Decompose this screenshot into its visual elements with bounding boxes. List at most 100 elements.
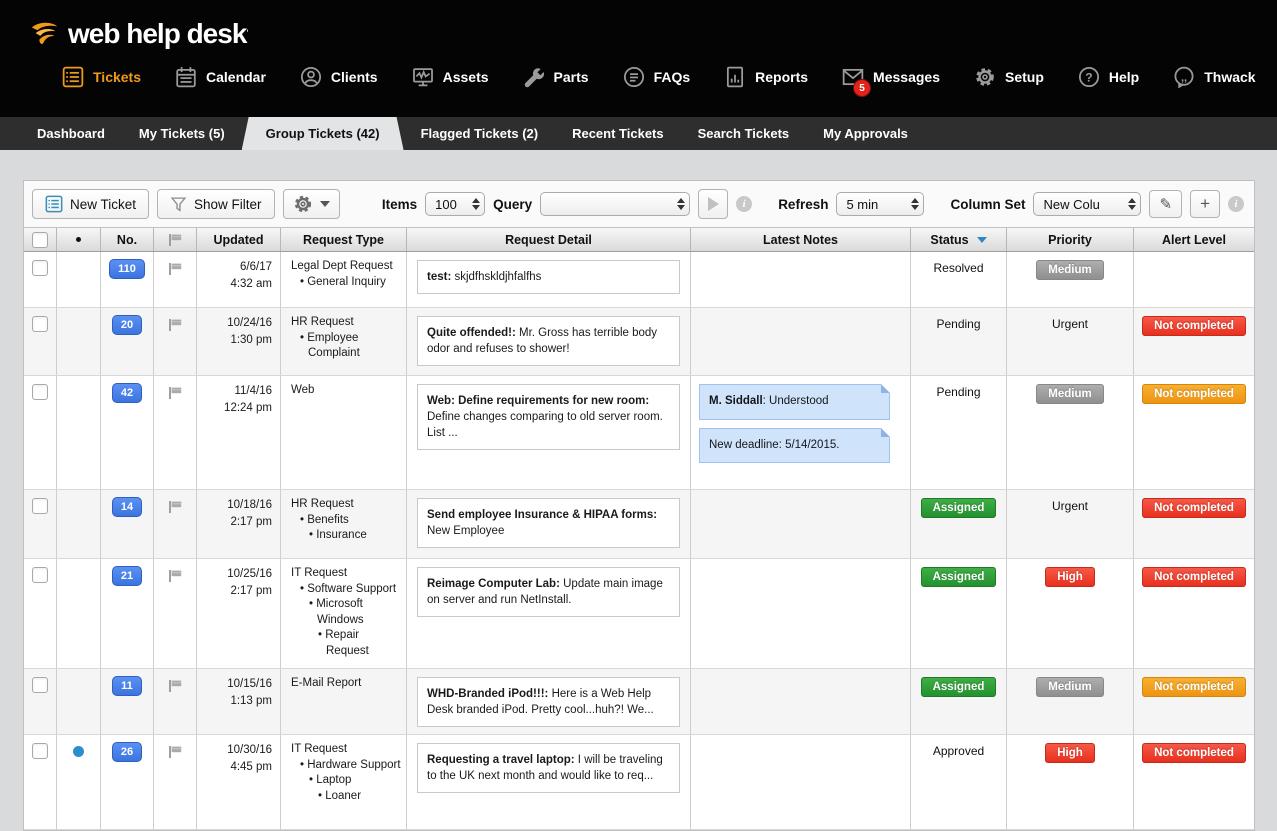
gear-icon (293, 194, 313, 214)
updated-cell: 10/24/161:30 pm (197, 308, 281, 375)
nav-item-setup[interactable]: Setup (974, 66, 1044, 88)
ticket-row: 11 10/15/161:13 pmE-Mail Report WHD-Bran… (24, 669, 1254, 735)
ticket-number-badge[interactable]: 11 (112, 676, 142, 696)
status-text: Resolved (911, 261, 1006, 275)
tab-recent-tickets[interactable]: Recent Tickets (555, 117, 681, 150)
checkbox-cell (24, 669, 57, 734)
flag-toggle[interactable] (168, 500, 183, 514)
column-header-updated[interactable]: Updated (197, 228, 281, 251)
ticket-number-cell: 14 (101, 490, 154, 558)
row-checkbox[interactable] (32, 743, 48, 759)
column-header-alert[interactable]: Alert Level (1134, 228, 1254, 251)
request-detail-cell: WHD-Branded iPod!!!: Here is a Web Help … (407, 669, 691, 734)
add-column-set-button[interactable]: + (1190, 190, 1220, 218)
column-header-type[interactable]: Request Type (281, 228, 407, 251)
request-detail[interactable]: Reimage Computer Lab: Update main image … (417, 567, 680, 617)
nav-item-assets[interactable]: Assets (412, 66, 489, 88)
ticket-number-badge[interactable]: 26 (112, 742, 142, 762)
flag-toggle[interactable] (168, 386, 183, 400)
request-detail[interactable]: Web: Define requirements for new room: D… (417, 384, 680, 450)
flag-toggle[interactable] (168, 569, 183, 583)
flag-toggle[interactable] (168, 318, 183, 332)
query-select[interactable] (540, 192, 690, 216)
flag-cell (154, 252, 197, 307)
request-detail[interactable]: Requesting a travel laptop: I will be tr… (417, 743, 680, 793)
column-header-check[interactable] (24, 228, 57, 251)
refresh-interval-select[interactable]: 5 min (836, 192, 924, 216)
run-query-button[interactable] (698, 189, 728, 219)
column-header-notes[interactable]: Latest Notes (691, 228, 911, 251)
nav-item-help[interactable]: ?Help (1078, 66, 1139, 88)
tab-dashboard[interactable]: Dashboard (20, 117, 122, 150)
solarwinds-logo-icon (30, 19, 60, 49)
nav-item-tickets[interactable]: Tickets (62, 66, 141, 88)
flag-toggle[interactable] (168, 262, 183, 276)
nav-item-calendar[interactable]: Calendar (175, 66, 266, 88)
ticket-row: 20 10/24/161:30 pmHR Request• Employee C… (24, 308, 1254, 376)
updated-cell: 10/25/162:17 pm (197, 559, 281, 668)
nav-item-messages[interactable]: 5Messages (842, 66, 940, 88)
column-set-select[interactable]: New Colu (1033, 192, 1141, 216)
column-header-dot[interactable] (57, 228, 101, 251)
clients-icon (300, 66, 322, 88)
ticket-number-badge[interactable]: 14 (112, 497, 142, 517)
row-checkbox[interactable] (32, 316, 48, 332)
column-set-value: New Colu (1043, 197, 1099, 212)
unread-column-icon (76, 237, 81, 242)
latest-note: M. Siddall: Understood (699, 384, 890, 420)
row-checkbox[interactable] (32, 567, 48, 583)
nav-item-faqs[interactable]: FAQs (623, 66, 691, 88)
nav-item-clients[interactable]: Clients (300, 66, 378, 88)
status-cell: Resolved (911, 252, 1007, 307)
request-detail[interactable]: test: skjdfhskldjhfalfhs (417, 260, 680, 294)
select-all-checkbox[interactable] (32, 232, 48, 248)
request-detail[interactable]: Quite offended!: Mr. Gross has terrible … (417, 316, 680, 366)
table-body: 110 6/6/174:32 amLegal Dept Request• Gen… (24, 252, 1254, 830)
row-checkbox[interactable] (32, 260, 48, 276)
column-header-flag[interactable] (154, 228, 197, 251)
updated-cell: 11/4/1612:24 pm (197, 376, 281, 489)
request-type-cell: HR Request• Benefits• Insurance (281, 490, 407, 558)
column-header-priority[interactable]: Priority (1007, 228, 1134, 251)
tab-flagged-tickets-2[interactable]: Flagged Tickets (2) (404, 117, 556, 150)
flag-cell (154, 669, 197, 734)
row-checkbox[interactable] (32, 677, 48, 693)
nav-item-reports[interactable]: Reports (724, 66, 808, 88)
ticket-tab-bar: DashboardMy Tickets (5)Group Tickets (42… (0, 117, 1277, 150)
items-per-page-select[interactable]: 100 (425, 192, 485, 216)
status-text: Pending (911, 385, 1006, 399)
new-ticket-label: New Ticket (70, 197, 136, 212)
nav-label: Help (1109, 69, 1139, 85)
column-label: Updated (214, 233, 264, 247)
edit-column-set-button[interactable]: ✎ (1149, 190, 1182, 218)
tab-my-tickets-5[interactable]: My Tickets (5) (122, 117, 242, 150)
ticket-number-badge[interactable]: 20 (112, 315, 142, 335)
row-checkbox[interactable] (32, 498, 48, 514)
checkbox-cell (24, 735, 57, 829)
tab-group-tickets-42[interactable]: Group Tickets (42) (242, 117, 404, 150)
ticket-number-badge[interactable]: 42 (112, 383, 142, 403)
ticket-number-badge[interactable]: 110 (109, 259, 145, 279)
row-checkbox[interactable] (32, 384, 48, 400)
show-filter-button[interactable]: Show Filter (157, 189, 275, 219)
status-cell: Pending (911, 308, 1007, 375)
messages-count-badge: 5 (853, 79, 871, 97)
nav-item-parts[interactable]: Parts (523, 66, 589, 88)
settings-dropdown-button[interactable] (283, 189, 340, 219)
column-header-status[interactable]: Status (911, 228, 1007, 251)
column-header-no[interactable]: No. (101, 228, 154, 251)
column-set-info-icon[interactable]: i (1228, 196, 1244, 212)
new-ticket-button[interactable]: New Ticket (32, 189, 149, 219)
alert-level-cell: Not completed (1134, 376, 1254, 489)
flag-toggle[interactable] (168, 745, 183, 759)
request-detail-cell: Reimage Computer Lab: Update main image … (407, 559, 691, 668)
nav-item-thwack[interactable]: ,,Thwack (1173, 66, 1255, 88)
request-detail[interactable]: WHD-Branded iPod!!!: Here is a Web Help … (417, 677, 680, 727)
tab-my-approvals[interactable]: My Approvals (806, 117, 925, 150)
request-detail[interactable]: Send employee Insurance & HIPAA forms: N… (417, 498, 680, 548)
tab-search-tickets[interactable]: Search Tickets (681, 117, 807, 150)
ticket-number-badge[interactable]: 21 (112, 566, 142, 586)
flag-toggle[interactable] (168, 679, 183, 693)
column-header-detail[interactable]: Request Detail (407, 228, 691, 251)
query-info-icon[interactable]: i (736, 196, 752, 212)
